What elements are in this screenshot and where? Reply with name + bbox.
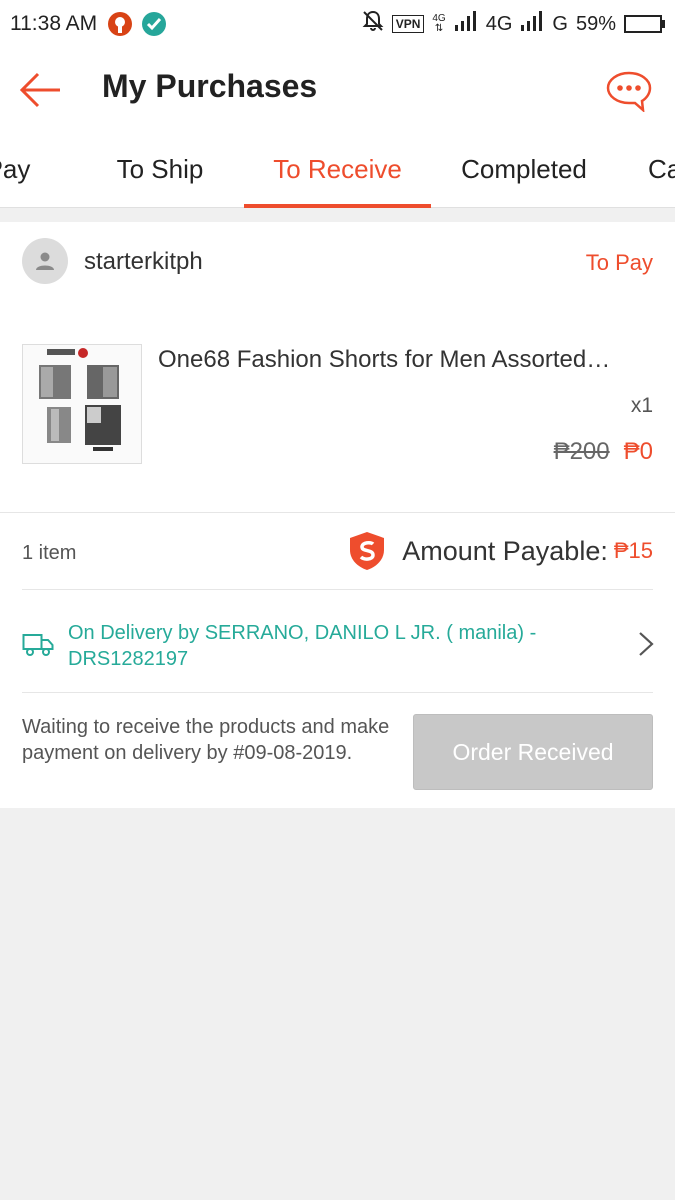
delivery-info[interactable]: On Delivery by SERRANO, DANILO L JR. ( m…	[68, 620, 608, 672]
order-tabs: Pay To Ship To Receive Completed Ca	[0, 134, 675, 208]
chevron-right-icon[interactable]	[637, 630, 655, 658]
tab-to-receive[interactable]: To Receive	[244, 134, 431, 208]
amount-payable: Amount Payable: ₱15	[346, 530, 653, 572]
avatar[interactable]	[22, 238, 68, 284]
chat-button[interactable]	[605, 70, 653, 114]
network-type-2: G	[552, 12, 568, 35]
tab-to-ship[interactable]: To Ship	[90, 134, 230, 208]
status-time: 11:38 AM	[10, 12, 98, 35]
order-received-button[interactable]: Order Received	[413, 714, 653, 790]
page-title: My Purchases	[102, 68, 318, 104]
battery-icon	[624, 15, 665, 33]
check-app-icon	[141, 11, 167, 37]
product-thumbnail[interactable]	[22, 344, 142, 464]
vpn-key-icon	[107, 11, 133, 37]
original-price: ₱200	[553, 438, 610, 465]
payment-waiting-text: Waiting to receive the products and make…	[22, 716, 390, 764]
order-status: To Pay	[585, 250, 653, 275]
chat-icon	[606, 71, 652, 114]
back-arrow-icon	[19, 72, 60, 108]
vpn-indicator: VPN	[391, 15, 425, 33]
back-button[interactable]	[18, 70, 64, 110]
shorts-product-image	[23, 345, 141, 463]
active-tab-indicator	[244, 204, 431, 208]
tab-to-pay[interactable]: Pay	[0, 134, 38, 208]
order-card[interactable]: starterkitph To Pay One68 Fashion Shorts…	[0, 222, 675, 808]
signal-icon-2	[520, 11, 544, 37]
network-type-small: 4G ⇅	[432, 14, 445, 34]
amount-payable-label: Amount Payable:	[402, 535, 608, 566]
item-count: 1 item	[22, 542, 77, 564]
divider	[22, 692, 653, 693]
divider	[22, 589, 653, 590]
final-price: ₱0	[623, 438, 653, 465]
battery-percent: 59%	[575, 12, 616, 35]
mute-notification-icon	[362, 10, 384, 38]
tab-cancelled[interactable]: Ca	[648, 134, 675, 208]
status-bar: 11:38 AM VPN 4G ⇅ 4G G 59%	[0, 0, 675, 48]
product-name[interactable]: One68 Fashion Shorts for Men Assorted…	[158, 346, 653, 374]
delivery-status-row[interactable]: On Delivery by SERRANO, DANILO L JR. ( m…	[0, 616, 675, 692]
delivery-truck-icon	[22, 634, 54, 656]
app-header: My Purchases	[0, 48, 675, 134]
network-type-1: 4G	[485, 12, 513, 35]
product-prices: ₱200 ₱0	[554, 438, 653, 466]
data-arrows-icon: ⇅	[434, 23, 444, 34]
amount-payable-value: ₱15	[613, 538, 653, 563]
divider	[0, 512, 675, 513]
shopee-guarantee-shield-icon	[350, 532, 385, 570]
user-icon	[36, 252, 54, 270]
product-quantity: x1	[630, 394, 653, 417]
shop-name[interactable]: starterkitph	[84, 248, 203, 276]
signal-icon	[454, 11, 478, 37]
tab-completed[interactable]: Completed	[450, 134, 598, 208]
